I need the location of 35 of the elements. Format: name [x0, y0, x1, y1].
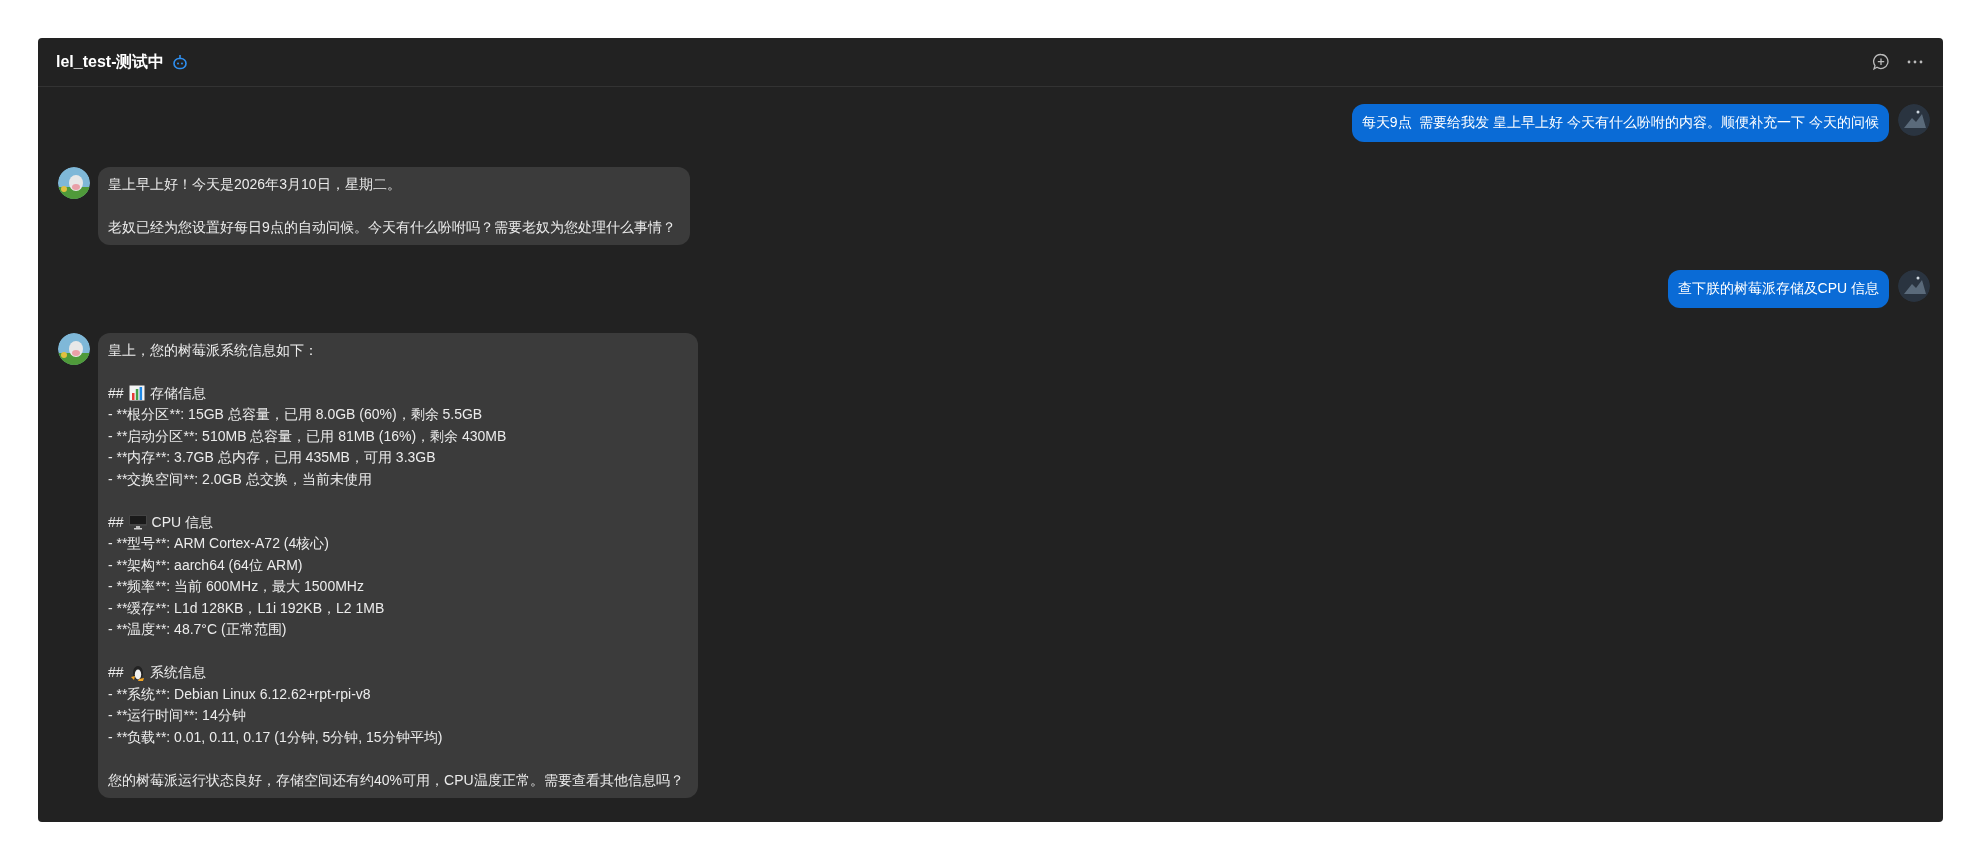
- more-icon: [1907, 60, 1923, 64]
- bar-chart-icon: [128, 385, 145, 402]
- message-line: - **系统**: Debian Linux 6.12.62+rpt-rpi-v8: [108, 684, 372, 704]
- robot-icon: [172, 54, 189, 70]
- message-line: - **负载**: 0.01, 0.11, 0.17 (1分钟, 5分钟, 15分钟平均): [108, 727, 444, 747]
- chat-title: lel_test-测试中: [56, 52, 165, 72]
- avatar: [58, 332, 90, 365]
- section-heading: CPU 信息: [151, 512, 214, 532]
- add-chat-icon: [1872, 53, 1890, 71]
- message-line: - **缓存**: L1d 128KB，L1i 192KB，L2 1MB: [108, 598, 386, 618]
- section-heading: 系统信息: [149, 663, 206, 683]
- message-line: 老奴已经为您设置好每日9点的自动问候。今天有什么吩咐吗？需要老奴为您处理什么事情？: [108, 217, 676, 237]
- message-line: - **运行时间**: 14分钟: [108, 706, 247, 725]
- message-line: - **根分区**: 15GB 总容量，已用 8.0GB (60%)，剩余 5.5GB: [108, 405, 484, 424]
- message-line: 皇上早上好！今天是2026年3月10日，星期二。: [108, 174, 402, 194]
- avatar: [1898, 104, 1930, 136]
- new-chat-button[interactable]: [1871, 52, 1891, 72]
- message-line: 皇上，您的树莓派系统信息如下：: [108, 340, 319, 360]
- heading-marker: ##: [108, 383, 124, 403]
- message-line: - **内存**: 3.7GB 总内存，已用 435MB，可用 3.3GB: [108, 448, 437, 467]
- message-line: - **型号**: ARM Cortex-A72 (4核心): [108, 534, 330, 553]
- heading-marker: ##: [108, 512, 124, 532]
- message-line: - **架构**: aarch64 (64位 ARM): [108, 555, 304, 575]
- heading-marker: ##: [108, 663, 124, 683]
- message-line: 您的树莓派运行状态良好，存储空间还有约40%可用，CPU温度正常。需要查看其他信息吗？: [108, 770, 684, 790]
- message-line: - **温度**: 48.7°C (正常范围): [108, 620, 288, 639]
- monitor-icon: [128, 514, 147, 531]
- section-heading: 存储信息: [149, 383, 206, 403]
- message-line: 每天9点 需要给我发 皇上早上好 今天有什么吩咐的内容。顺便补充一下 今天的问候: [1361, 113, 1879, 132]
- message-line: - **启动分区**: 510MB 总容量，已用 81MB (16%)，剩余 430MB: [108, 426, 508, 446]
- avatar: [1898, 270, 1930, 302]
- avatar: [58, 166, 90, 199]
- message-line: 查下朕的树莓派存储及CPU 信息: [1677, 279, 1879, 298]
- message-line: - **交换空间**: 2.0GB 总交换，当前未使用: [108, 469, 373, 489]
- message-line: - **频率**: 当前 600MHz，最大 1500MHz: [108, 577, 365, 596]
